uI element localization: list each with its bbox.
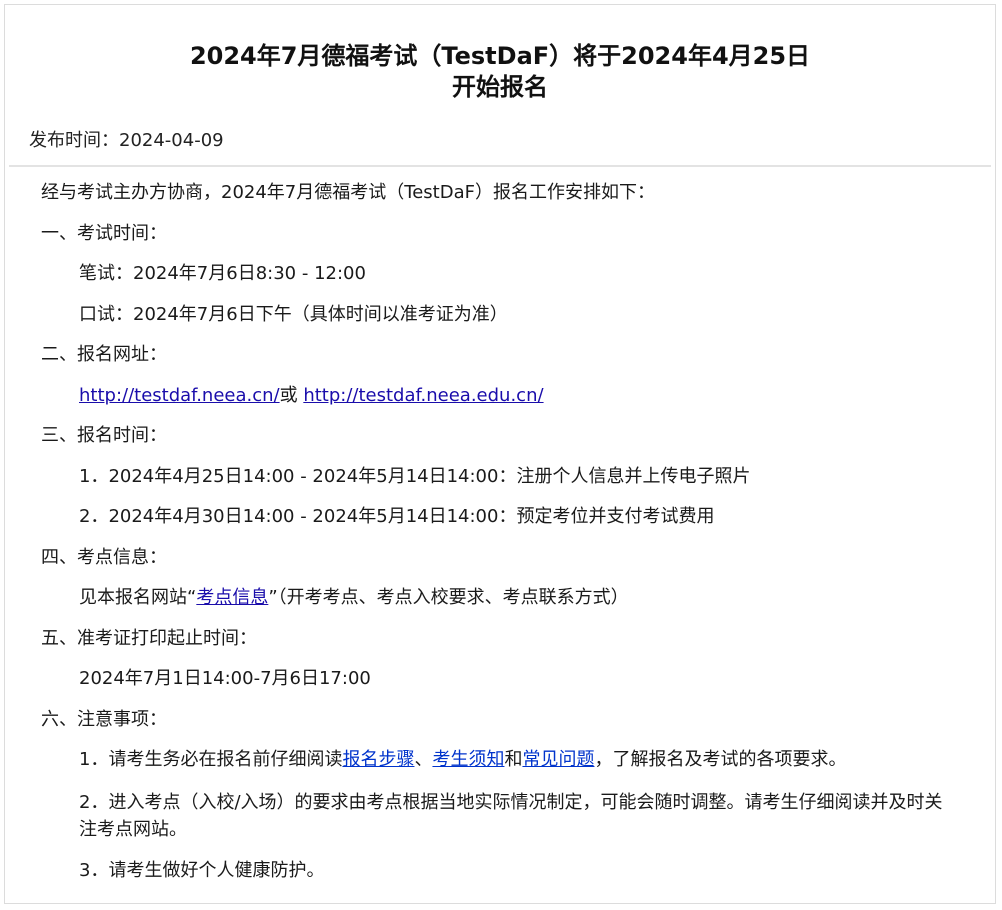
or-text: 或 bbox=[279, 384, 298, 406]
test-center-suffix: ”（开考考点、考点入校要求、考点联系方式） bbox=[268, 587, 629, 608]
registration-steps-link[interactable]: 报名步骤 bbox=[342, 749, 414, 770]
test-center-info-link[interactable]: 考点信息 bbox=[196, 587, 268, 608]
title-divider bbox=[9, 165, 991, 167]
registration-urls: http://testdaf.neea.cn/或 http://testdaf.… bbox=[41, 384, 995, 408]
section-notes-heading: 六、注意事项： bbox=[41, 708, 167, 730]
written-exam-time: 笔试：2024年7月6日8:30 - 12:00 bbox=[79, 263, 366, 284]
section-test-center-heading: 四、考点信息： bbox=[41, 546, 167, 568]
candidate-guide-link[interactable]: 考生须知 bbox=[432, 749, 504, 770]
registration-link-neea-cn[interactable]: http://testdaf.neea.cn/ bbox=[79, 385, 280, 406]
page-title-line1: 2024年7月德福考试（TestDaF）将于2024年4月25日 bbox=[189, 42, 811, 70]
test-center-info: 见本报名网站“考点信息”（开考考点、考点入校要求、考点联系方式） bbox=[41, 586, 995, 610]
registration-time-item-1: 1．2024年4月25日14:00 - 2024年5月14日14:00：注册个人… bbox=[79, 465, 751, 487]
page-title-line2: 开始报名 bbox=[452, 73, 548, 101]
article-page: 2024年7月德福考试（TestDaF）将于2024年4月25日 开始报名 发布… bbox=[4, 4, 996, 904]
article-body: 经与考试主办方协商，2024年7月德福考试（TestDaF）报名工作安排如下： … bbox=[41, 181, 995, 883]
notes-item-2: 2．进入考点（入校/入场）的要求由考点根据当地实际情况制定，可能会随时调整。请考… bbox=[79, 791, 943, 840]
faq-link[interactable]: 常见问题 bbox=[522, 749, 594, 770]
notes-item-1-suffix: ，了解报名及考试的各项要求。 bbox=[594, 749, 847, 770]
registration-time-item-2: 2．2024年4月30日14:00 - 2024年5月14日14:00：预定考位… bbox=[79, 506, 715, 527]
section-admission-ticket-heading: 五、准考证打印起止时间： bbox=[41, 627, 257, 649]
notes-item-1: 1．请考生务必在报名前仔细阅读报名步骤、考生须知和常见问题，了解报名及考试的各项… bbox=[41, 748, 995, 772]
notes-item-3: 3．请考生做好个人健康防护。 bbox=[79, 860, 325, 881]
page-title: 2024年7月德福考试（TestDaF）将于2024年4月25日 开始报名 bbox=[5, 41, 995, 103]
intro-paragraph: 经与考试主办方协商，2024年7月德福考试（TestDaF）报名工作安排如下： bbox=[41, 182, 655, 203]
notes-item-1-prefix: 1．请考生务必在报名前仔细阅读 bbox=[79, 749, 343, 770]
publish-info: 发布时间：2024-04-09 bbox=[29, 129, 995, 153]
notes-item-1-sep: 、 bbox=[414, 749, 433, 770]
admission-ticket-print-time: 2024年7月1日14:00-7月6日17:00 bbox=[79, 668, 371, 689]
publish-label: 发布时间： bbox=[29, 130, 119, 151]
section-exam-time-heading: 一、考试时间： bbox=[41, 222, 167, 244]
section-registration-time-heading: 三、报名时间： bbox=[41, 425, 167, 446]
notes-item-1-and: 和 bbox=[504, 749, 523, 770]
oral-exam-time: 口试：2024年7月6日下午（具体时间以准考证为准） bbox=[79, 303, 508, 325]
publish-date: 2024-04-09 bbox=[119, 130, 224, 151]
registration-link-neea-edu-cn[interactable]: http://testdaf.neea.edu.cn/ bbox=[303, 385, 543, 406]
test-center-prefix: 见本报名网站“ bbox=[79, 587, 197, 608]
section-registration-url-heading: 二、报名网址： bbox=[41, 344, 167, 365]
